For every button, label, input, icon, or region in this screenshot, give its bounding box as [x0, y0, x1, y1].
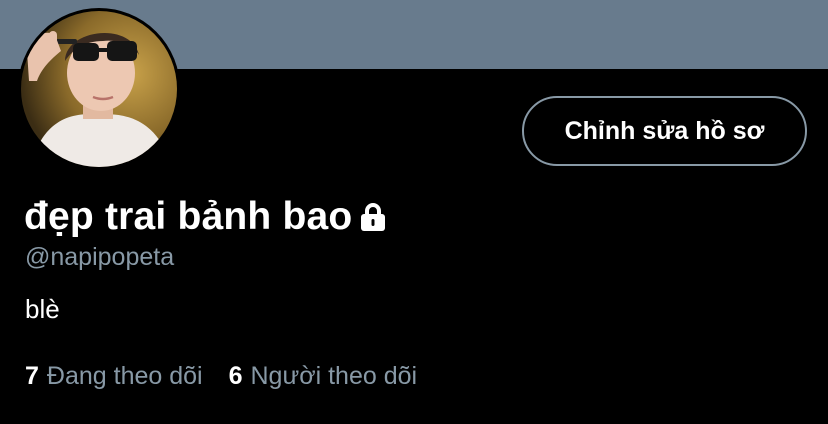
- followers-label: Người theo dõi: [250, 362, 418, 390]
- followers-link[interactable]: 6 Người theo dõi: [229, 362, 417, 391]
- profile-page: Chỉnh sửa hồ sơ đẹp trai bảnh bao @napip…: [0, 0, 828, 424]
- edit-profile-button[interactable]: Chỉnh sửa hồ sơ: [522, 96, 807, 166]
- following-label: Đang theo dõi: [46, 362, 203, 390]
- edit-profile-label: Chỉnh sửa hồ sơ: [564, 116, 765, 145]
- following-count: 7: [25, 362, 39, 390]
- lock-icon: [358, 201, 388, 233]
- profile-handle: @napipopeta: [25, 243, 175, 271]
- profile-stats: 7 Đang theo dõi 6 Người theo dõi: [25, 362, 443, 391]
- display-name-row: đẹp trai bảnh bao: [24, 192, 388, 242]
- avatar[interactable]: [18, 8, 180, 170]
- following-link[interactable]: 7 Đang theo dõi: [25, 362, 203, 391]
- profile-bio: blè: [25, 294, 60, 324]
- followers-count: 6: [228, 362, 243, 390]
- display-name: đẹp trai bảnh bao: [24, 195, 353, 238]
- avatar-photo: [21, 11, 177, 167]
